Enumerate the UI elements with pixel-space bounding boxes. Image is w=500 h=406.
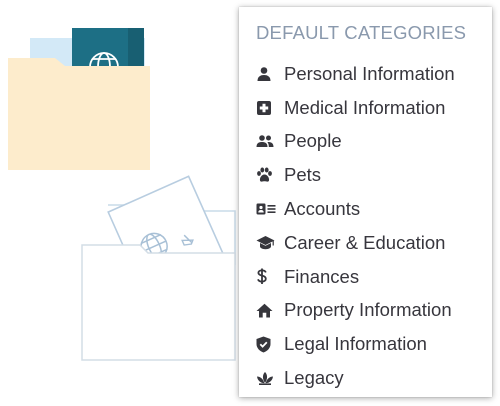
id-card-icon [256,199,284,219]
category-property-information[interactable]: Property Information [256,294,492,328]
category-label: Medical Information [284,96,446,118]
graduation-cap-icon [256,233,284,253]
category-pets[interactable]: Pets [256,158,492,192]
category-label: Legal Information [284,333,427,355]
category-label: Pets [284,164,322,186]
shield-check-icon [256,334,284,354]
category-list: Personal Information Medical Information… [256,57,492,395]
dollar-icon [256,267,284,287]
person-icon [256,64,284,84]
category-accounts[interactable]: Accounts [256,192,492,226]
category-career-education[interactable]: Career & Education [256,226,492,260]
people-icon [256,131,284,151]
category-label: Personal Information [284,62,455,84]
medical-cross-icon [256,98,284,118]
category-label: Legacy [284,367,344,389]
screen: DEFAULT CATEGORIES Personal Information … [0,0,500,406]
house-icon [256,300,284,320]
category-medical-information[interactable]: Medical Information [256,91,492,125]
default-categories-menu: DEFAULT CATEGORIES Personal Information … [239,7,492,397]
category-label: Accounts [284,198,361,220]
category-label: Career & Education [284,231,446,253]
category-legacy[interactable]: Legacy [256,361,492,395]
category-legal-information[interactable]: Legal Information [256,327,492,361]
category-finances[interactable]: Finances [256,260,492,294]
category-people[interactable]: People [256,125,492,159]
menu-header: DEFAULT CATEGORIES [256,22,467,43]
category-label: People [284,130,342,152]
paw-icon [256,165,284,185]
category-personal-information[interactable]: Personal Information [256,57,492,91]
lotus-icon [256,368,284,388]
category-label: Finances [284,265,360,287]
category-label: Property Information [284,299,452,321]
folder-with-passport-illustration [8,28,150,170]
outlined-folder-illustration [81,175,236,361]
